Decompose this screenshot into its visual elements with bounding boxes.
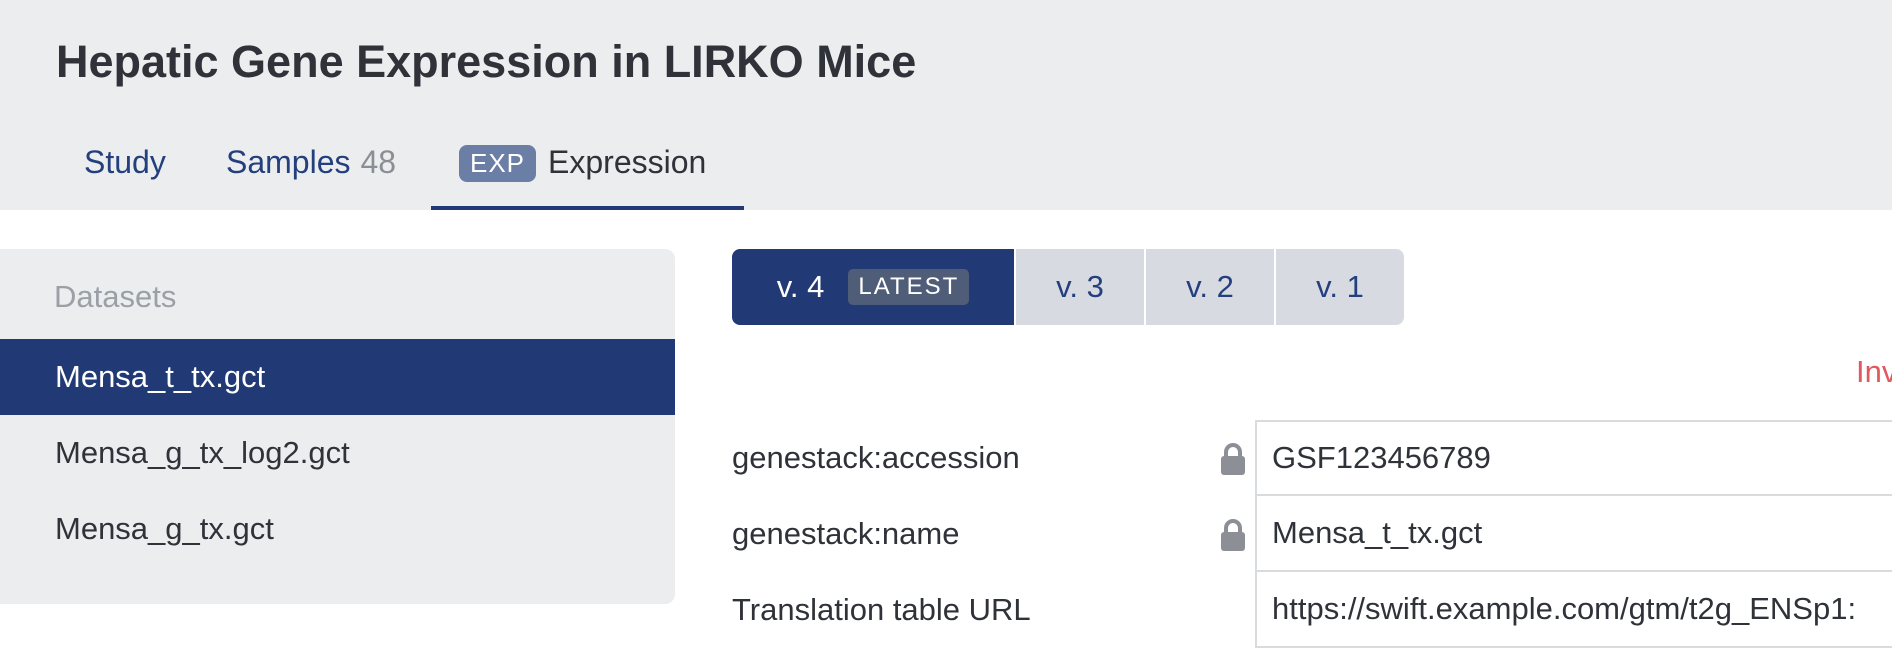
lock-icon <box>1221 519 1245 551</box>
version-button-3[interactable]: v. 3 <box>1016 249 1144 325</box>
metadata-row-name: genestack:name Mensa_t_tx.gct <box>732 496 1892 572</box>
translation-url-input[interactable]: https://swift.example.com/gtm/t2g_ENSp1: <box>1255 572 1892 648</box>
tab-samples-label: Samples <box>226 144 351 180</box>
field-label: genestack:accession <box>732 440 1020 475</box>
page-header: Hepatic Gene Expression in LIRKO Mice St… <box>0 0 1892 210</box>
dataset-item-label: Mensa_t_tx.gct <box>55 359 266 394</box>
datasets-heading: Datasets <box>54 279 177 314</box>
version-selector: v. 4 LATEST v. 3 v. 2 v. 1 <box>732 249 1404 325</box>
dataset-item-label: Mensa_g_tx_log2.gct <box>55 435 350 470</box>
metadata-row-translation-url: Translation table URL https://swift.exam… <box>732 572 1892 648</box>
version-label: v. 2 <box>1186 269 1234 304</box>
page-title: Hepatic Gene Expression in LIRKO Mice <box>56 36 917 87</box>
version-label: v. 3 <box>1056 269 1104 304</box>
lock-icon <box>1221 443 1245 475</box>
latest-badge: LATEST <box>848 269 970 305</box>
field-value: Mensa_t_tx.gct <box>1255 496 1892 572</box>
dataset-item-mensa-g-tx-log2[interactable]: Mensa_g_tx_log2.gct <box>0 415 675 491</box>
dataset-item-mensa-t-tx[interactable]: Mensa_t_tx.gct <box>0 339 675 415</box>
exp-badge: EXP <box>459 145 537 182</box>
field-value: GSF123456789 <box>1255 420 1892 496</box>
dataset-item-label: Mensa_g_tx.gct <box>55 511 274 546</box>
version-label: v. 1 <box>1316 269 1364 304</box>
tab-study[interactable]: Study <box>84 130 166 210</box>
tab-samples[interactable]: Samples 48 <box>226 130 396 210</box>
version-button-1[interactable]: v. 1 <box>1276 249 1404 325</box>
version-button-2[interactable]: v. 2 <box>1146 249 1274 325</box>
version-button-4[interactable]: v. 4 LATEST <box>732 249 1014 325</box>
tab-expression-label: Expression <box>548 144 707 180</box>
tab-expression[interactable]: EXP Expression <box>431 130 744 210</box>
version-label: v. 4 <box>776 269 825 304</box>
tab-study-label: Study <box>84 144 166 180</box>
metadata-row-accession: genestack:accession GSF123456789 <box>732 420 1892 496</box>
datasets-sidebar: Datasets Mensa_t_tx.gct Mensa_g_tx_log2.… <box>0 249 675 604</box>
invalid-notice: Inv <box>1856 354 1892 389</box>
field-label: Translation table URL <box>732 592 1031 627</box>
dataset-item-mensa-g-tx[interactable]: Mensa_g_tx.gct <box>0 491 675 567</box>
tab-samples-count: 48 <box>360 144 397 180</box>
field-label: genestack:name <box>732 516 960 551</box>
tab-bar: Study Samples 48 EXP Expression <box>0 130 1892 210</box>
